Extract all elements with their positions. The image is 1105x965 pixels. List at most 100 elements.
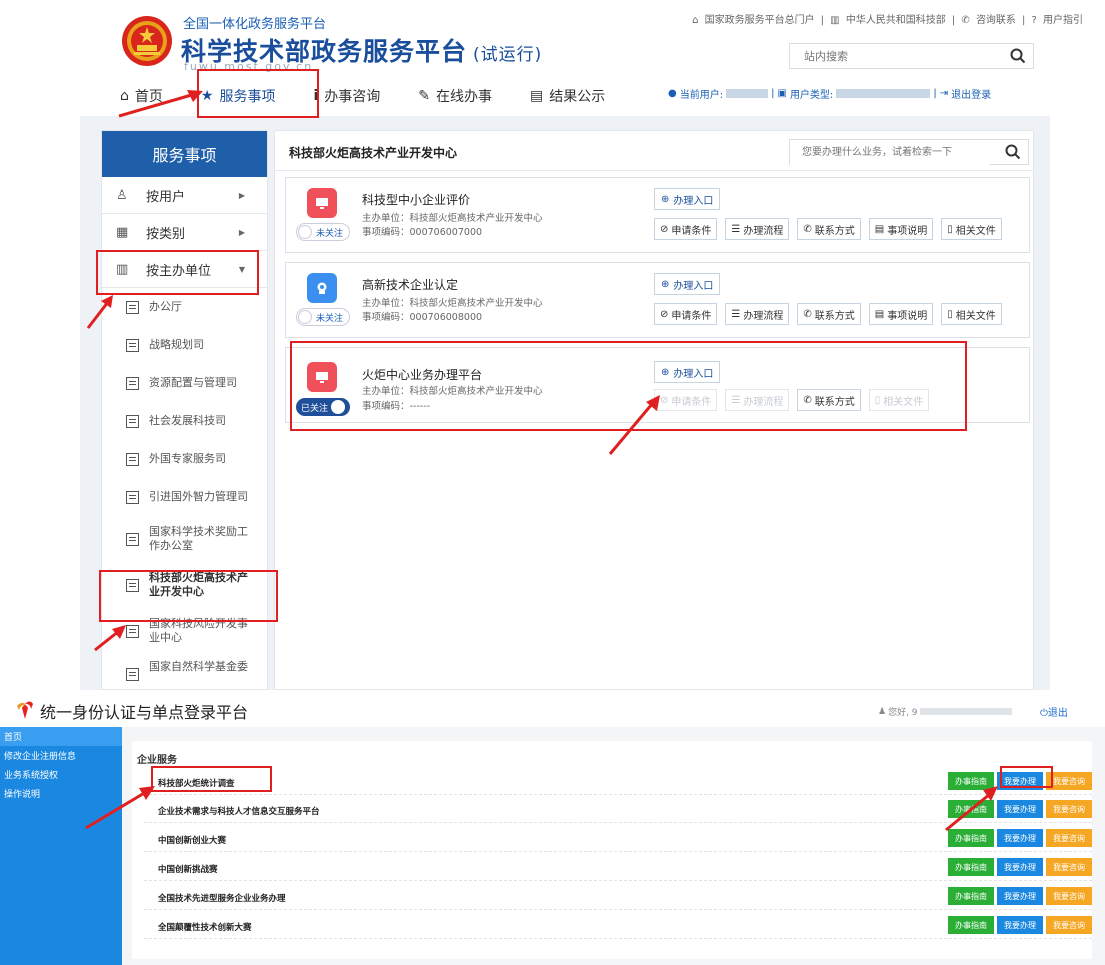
annotation-arrow (608, 395, 660, 455)
enter-button[interactable]: ⊕ 办理入口 (654, 273, 721, 295)
handle-button[interactable]: 我要办理 (997, 829, 1043, 847)
guide-link[interactable]: ? 用户指引 (1032, 15, 1087, 26)
action-label: 相关文件 (955, 225, 996, 237)
nav-online[interactable]: ✎ 在线办事 (418, 76, 492, 116)
highlight-torch-survey (151, 766, 272, 792)
description-button[interactable]: ▤ 事项说明 (868, 218, 934, 240)
unit-label: 社会发展科技司 (149, 414, 226, 427)
contact-link[interactable]: ✆ 咨询联系 (961, 15, 1019, 26)
service-row-label: 中国创新创业大赛 (158, 836, 227, 846)
service-row: 中国创新挑战赛 办事指南 我要办理 我要咨询 (144, 854, 1092, 881)
files-button[interactable]: ▯ 相关文件 (941, 218, 1002, 240)
process-button[interactable]: ☰ 办理流程 (725, 218, 790, 240)
consult-button[interactable]: 我要咨询 (1046, 829, 1092, 847)
list-icon (126, 376, 139, 390)
sso-user: ♟ 您好, 9 (878, 705, 1012, 718)
contact-button[interactable]: ✆ 联系方式 (797, 218, 861, 240)
most-link[interactable]: ▥ 中华人民共和国科技部 (830, 15, 949, 26)
action-label: 联系方式 (814, 225, 855, 237)
service-code: 事项编码：000706007000 (362, 227, 483, 238)
national-emblem-icon (122, 16, 172, 66)
toggle-knob (298, 310, 312, 324)
consult-button[interactable]: 我要咨询 (1046, 800, 1092, 818)
action-label: 事项说明 (887, 310, 928, 322)
redacted-name (919, 708, 1012, 715)
power-icon: ⏻ (1040, 708, 1048, 719)
service-search (789, 139, 1029, 165)
nav-online-label: 在线办事 (436, 89, 492, 105)
sso-logout[interactable]: ⏻退出 (1040, 704, 1068, 719)
arrow-circle-icon: ⊕ (661, 278, 670, 290)
action-label: 办理流程 (743, 225, 784, 237)
unit-item[interactable]: 外国专家服务司 (102, 440, 267, 478)
torch-logo-icon (17, 701, 33, 719)
process-button[interactable]: ☰ 办理流程 (725, 303, 790, 325)
list-icon (126, 452, 139, 466)
action-label: 申请条件 (671, 310, 712, 322)
service-host: 主办单位：科技部火炬高技术产业开发中心 (362, 213, 543, 224)
user-icon: ♟ (878, 706, 887, 717)
follow-toggle[interactable]: 未关注 (296, 308, 350, 326)
guide-button[interactable]: 办事指南 (948, 887, 994, 905)
portal-link[interactable]: ⌂ 国家政务服务平台总门户 (692, 15, 818, 26)
panel-header: 科技部火炬高技术产业开发中心 (275, 131, 1033, 171)
service-row-label: 全国技术先进型服务企业业务办理 (158, 894, 286, 904)
unit-item[interactable]: 战略规划司 (102, 326, 267, 364)
site-search-input[interactable] (790, 44, 995, 68)
unit-item[interactable]: 资源配置与管理司 (102, 364, 267, 402)
guide-button[interactable]: 办事指南 (948, 916, 994, 934)
category-by-type[interactable]: ▦ 按类别 ▶ (102, 214, 267, 251)
consult-button[interactable]: 我要咨询 (1046, 916, 1092, 934)
service-search-input[interactable] (790, 140, 990, 165)
logout-link[interactable]: 退出登录 (951, 86, 991, 101)
consult-button[interactable]: 我要咨询 (1046, 858, 1092, 876)
sso-nav-home[interactable]: 首页 (0, 727, 122, 746)
service-card: 未关注 高新技术企业认定 主办单位：科技部火炬高技术产业开发中心 事项编码：00… (285, 262, 1030, 338)
service-name[interactable]: 高新技术企业认定 (362, 276, 458, 293)
unit-item[interactable]: 国家自然科学基金委 (102, 654, 267, 684)
search-icon[interactable] (1004, 143, 1022, 161)
highlight-by-host (96, 250, 259, 295)
enter-label: 办理入口 (673, 195, 714, 207)
row-buttons: 办事指南 我要办理 我要咨询 (948, 916, 1092, 934)
list-icon (126, 532, 139, 546)
trial-tag: (试运行) (473, 45, 543, 65)
handle-button[interactable]: 我要办理 (997, 916, 1043, 934)
user-type-label: 用户类型: (789, 90, 834, 101)
service-name[interactable]: 科技型中小企业评价 (362, 191, 470, 208)
enter-button[interactable]: ⊕ 办理入口 (654, 188, 721, 210)
id-card-icon: ▣ (777, 88, 787, 99)
contact-button[interactable]: ✆ 联系方式 (797, 303, 861, 325)
nav-results[interactable]: ▤ 结果公示 (530, 76, 605, 116)
caret-right-icon: ▶ (238, 190, 245, 200)
files-button[interactable]: ▯ 相关文件 (941, 303, 1002, 325)
highlight-torch-unit (99, 570, 278, 622)
nav-consult[interactable]: i 办事咨询 (313, 76, 380, 116)
unit-item[interactable]: 社会发展科技司 (102, 402, 267, 440)
sso-platform: 统一身份认证与单点登录平台 ♟ 您好, 9 ⏻退出 首页 修改企业注册信息 业务系… (0, 690, 1105, 965)
check-icon: ⊘ (660, 308, 669, 320)
platform-subtitle: 全国一体化政务服务平台 (183, 17, 327, 32)
list-icon (126, 300, 139, 314)
current-user-label: 当前用户: (679, 90, 724, 101)
unit-item[interactable]: 国家科学技术奖励工作办公室 (102, 516, 267, 562)
handle-button[interactable]: 我要办理 (997, 887, 1043, 905)
consult-button[interactable]: 我要咨询 (1046, 887, 1092, 905)
handle-button[interactable]: 我要办理 (997, 858, 1043, 876)
conditions-button[interactable]: ⊘ 申请条件 (654, 218, 718, 240)
user-icon: ● (668, 88, 677, 99)
description-button[interactable]: ▤ 事项说明 (868, 303, 934, 325)
unit-label: 战略规划司 (149, 338, 204, 351)
handle-button[interactable]: 我要办理 (997, 800, 1043, 818)
guide-button[interactable]: 办事指南 (948, 858, 994, 876)
conditions-button[interactable]: ⊘ 申请条件 (654, 303, 718, 325)
unit-item[interactable]: 引进国外智力管理司 (102, 478, 267, 516)
user-bar: ● 当前用户: | ▣ 用户类型: | ⇥ 退出登录 (668, 86, 992, 101)
check-icon: ⊘ (660, 223, 669, 235)
service-row: 全国颠覆性技术创新大赛 办事指南 我要办理 我要咨询 (144, 912, 1092, 939)
sso-nav-edit-info[interactable]: 修改企业注册信息 (0, 746, 122, 765)
search-icon[interactable] (1009, 47, 1027, 65)
file-icon: ▯ (947, 308, 953, 320)
follow-toggle[interactable]: 未关注 (296, 223, 350, 241)
category-by-user[interactable]: ♙ 按用户 ▶ (102, 177, 267, 214)
